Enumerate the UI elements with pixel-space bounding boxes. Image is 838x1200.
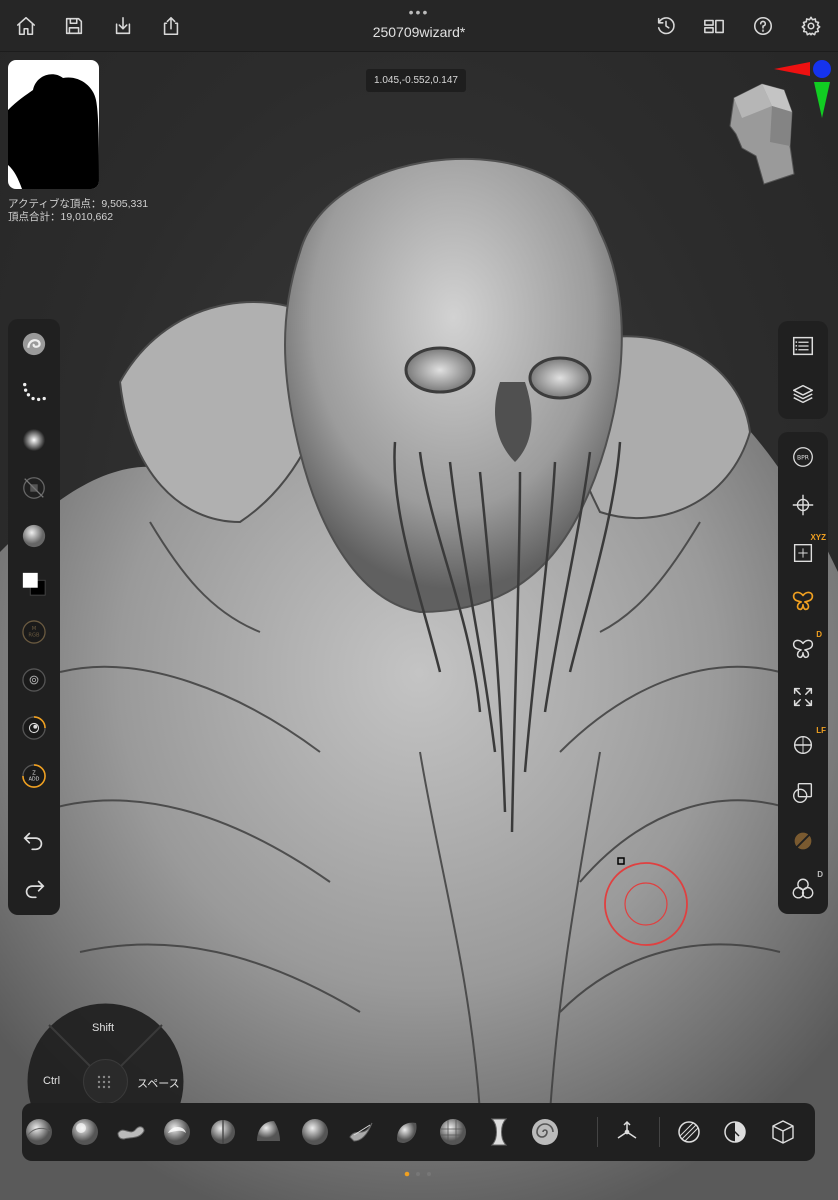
history-icon[interactable]	[650, 10, 682, 42]
undo-icon[interactable]	[8, 817, 60, 863]
move-brush-icon[interactable]	[114, 1115, 148, 1149]
transparent-icon[interactable]	[778, 770, 828, 816]
stroke-icon[interactable]	[8, 369, 60, 415]
pie-ctrl-label[interactable]: Ctrl	[43, 1075, 60, 1087]
m-label: M	[32, 626, 36, 632]
radial-symmetry-icon[interactable]: D	[778, 626, 828, 672]
active-vertices-label: アクティブな頂点：9,505,331	[8, 198, 149, 210]
standard-brush-icon[interactable]	[22, 1115, 56, 1149]
vertex-info: アクティブな頂点：9,505,331 頂点合計：19,010,662	[8, 198, 148, 224]
home-icon[interactable]	[10, 10, 42, 42]
alpha-icon[interactable]	[8, 417, 60, 463]
color-swatch-icon[interactable]	[8, 561, 60, 607]
draw-size-dial[interactable]	[8, 705, 60, 751]
navigation-cube[interactable]	[722, 56, 834, 188]
gizmo-icon[interactable]	[610, 1115, 644, 1149]
d-label: D	[816, 630, 822, 639]
help-icon[interactable]	[747, 10, 779, 42]
z-intensity-dial[interactable]: Z ADD	[8, 753, 60, 799]
tray-page-indicator[interactable]	[404, 1170, 434, 1178]
m-rgb-toggle[interactable]: M RGB	[8, 609, 60, 655]
bpr-icon[interactable]: BPR	[778, 434, 828, 480]
solo-icon[interactable]	[778, 818, 828, 864]
brush-icon[interactable]	[8, 321, 60, 367]
curve-brush-icon[interactable]	[528, 1115, 562, 1149]
share-icon[interactable]	[155, 10, 187, 42]
smooth-brush-icon[interactable]	[298, 1115, 332, 1149]
y-axis-ball	[813, 60, 831, 78]
bpr-label: BPR	[797, 454, 809, 461]
polypaint-icon[interactable]: D	[778, 866, 828, 912]
save-icon[interactable]	[58, 10, 90, 42]
clay-brush-icon[interactable]	[68, 1115, 102, 1149]
trimdynamic-brush-icon[interactable]	[436, 1115, 470, 1149]
layout-icon[interactable]	[698, 10, 730, 42]
right-top-toolbar	[778, 321, 828, 419]
left-toolbar: M RGB Z ADD	[8, 319, 60, 915]
matcap-icon[interactable]	[672, 1115, 706, 1149]
texture-off-icon[interactable]	[8, 465, 60, 511]
z-axis-arrow	[814, 82, 830, 118]
clay-buildup-brush-icon[interactable]	[160, 1115, 194, 1149]
floor-icon[interactable]: LF	[778, 722, 828, 768]
top-bar: ••• 250709wizard*	[0, 0, 838, 52]
tool-list-icon[interactable]	[778, 323, 828, 369]
tray-divider	[659, 1117, 660, 1147]
transform-icon[interactable]	[778, 482, 828, 528]
tray-divider	[597, 1117, 598, 1147]
d-label-2: D	[817, 870, 823, 879]
snakehook-brush-icon[interactable]	[344, 1115, 378, 1149]
redo-icon[interactable]	[8, 865, 60, 911]
frame-icon[interactable]	[778, 674, 828, 720]
hpolish-brush-icon[interactable]	[252, 1115, 286, 1149]
inflate-brush-icon[interactable]	[390, 1115, 424, 1149]
dam-standard-brush-icon[interactable]	[206, 1115, 240, 1149]
xyz-label: XYZ	[810, 533, 826, 542]
pie-space-label[interactable]: スペース	[137, 1075, 180, 1091]
coordinates-readout: 1.045,-0.552,0.147	[366, 69, 466, 92]
add-label: ADD	[29, 777, 40, 783]
silhouette-thumbnail[interactable]	[8, 60, 99, 189]
fill-icon[interactable]	[718, 1115, 752, 1149]
right-toolbar: BPR XYZ D LF D	[778, 432, 828, 914]
x-axis-arrow	[774, 62, 810, 76]
settings-icon[interactable]	[795, 10, 827, 42]
rgb-label: RGB	[28, 633, 40, 639]
z-label: Z	[32, 771, 36, 777]
pinch-brush-icon[interactable]	[482, 1115, 516, 1149]
symmetry-icon[interactable]	[778, 578, 828, 624]
import-icon[interactable]	[107, 10, 139, 42]
pie-shift-label[interactable]: Shift	[92, 1022, 114, 1034]
total-vertices-label: 頂点合計：19,010,662	[8, 211, 114, 223]
focal-shift-dial[interactable]	[8, 657, 60, 703]
head-icon	[729, 83, 795, 185]
box-icon[interactable]	[766, 1115, 800, 1149]
xyz-frame-icon[interactable]: XYZ	[778, 530, 828, 576]
brush-tray	[22, 1103, 815, 1161]
material-icon[interactable]	[8, 513, 60, 559]
lf-label: LF	[816, 726, 826, 735]
layers-icon[interactable]	[778, 371, 828, 417]
